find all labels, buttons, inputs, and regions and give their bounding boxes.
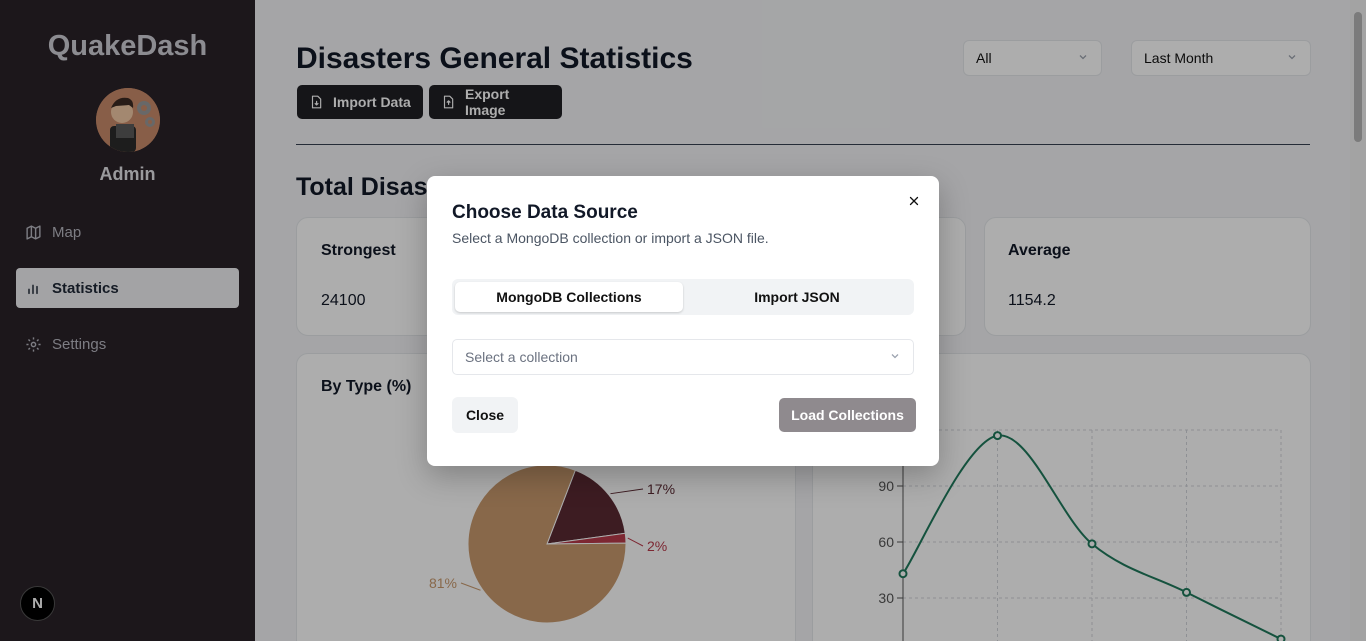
tab-mongodb-collections[interactable]: MongoDB Collections [455,282,683,312]
data-source-dialog: Choose Data Source Select a MongoDB coll… [427,176,939,466]
collection-select[interactable]: Select a collection [452,339,914,375]
dialog-title: Choose Data Source [452,202,638,223]
close-icon[interactable] [905,192,923,210]
load-collections-button[interactable]: Load Collections [779,398,916,432]
dialog-description: Select a MongoDB collection or import a … [452,230,769,246]
chevron-down-icon [889,349,901,365]
close-button[interactable]: Close [452,397,518,433]
collection-select-placeholder: Select a collection [465,349,578,365]
tab-import-json[interactable]: Import JSON [683,282,911,312]
source-tabs: MongoDB Collections Import JSON [452,279,914,315]
